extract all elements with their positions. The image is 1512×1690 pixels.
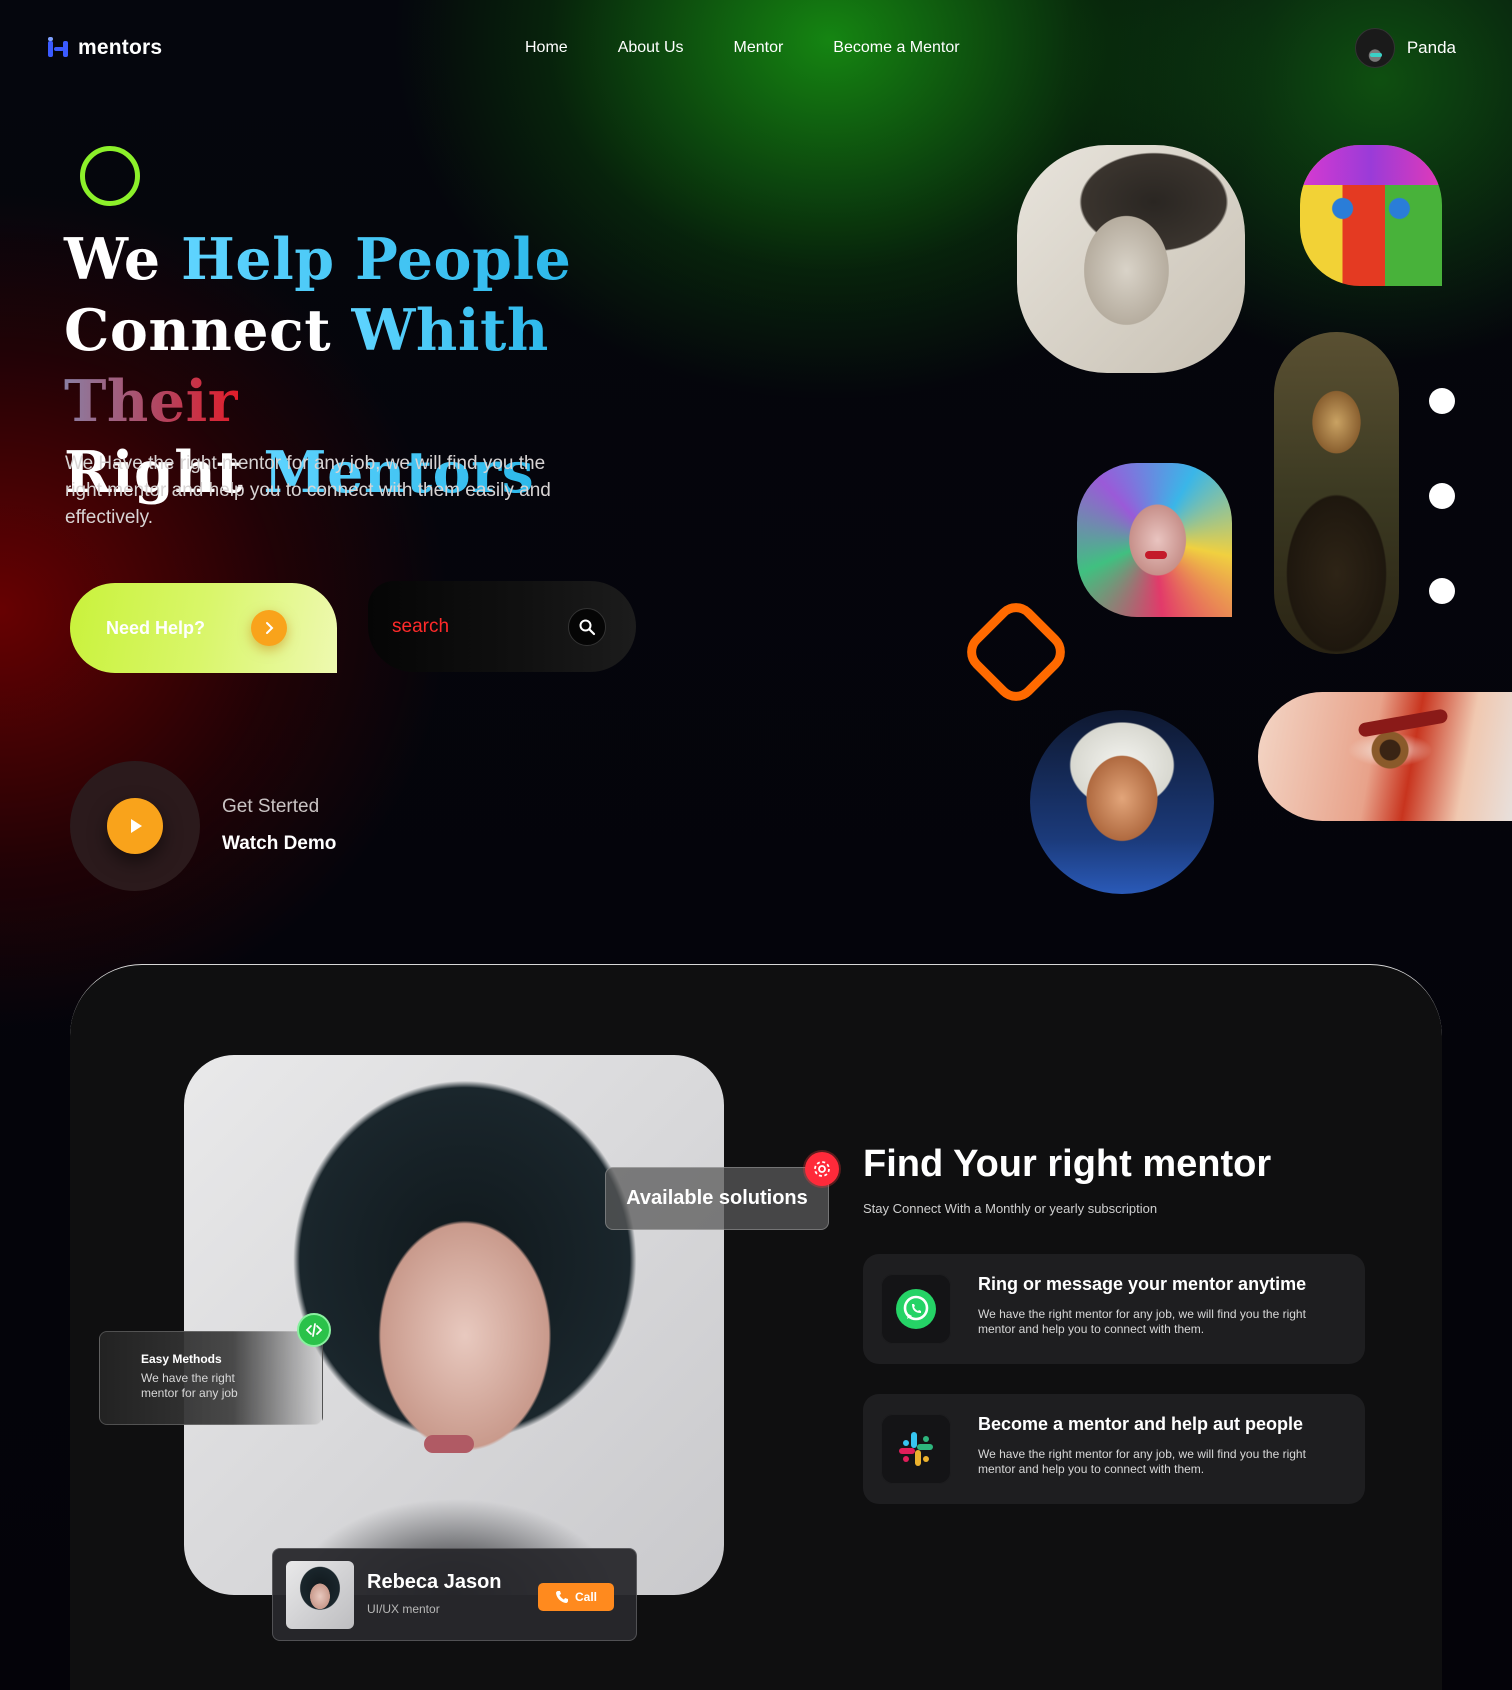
- code-icon: [297, 1313, 331, 1347]
- hero-title-text: We: [64, 226, 181, 293]
- easy-methods-title: Easy Methods: [141, 1352, 222, 1366]
- feature-title: Ring or message your mentor anytime: [978, 1274, 1307, 1294]
- search-icon: [579, 619, 596, 636]
- search-button[interactable]: [568, 608, 606, 646]
- hero-title-highlight: Help People: [180, 226, 572, 293]
- hero-title-highlight: Whith: [351, 297, 549, 364]
- phone-icon: [555, 1591, 568, 1603]
- gear-icon: [805, 1152, 839, 1186]
- need-help-label: Need Help?: [106, 617, 206, 638]
- slider-dot[interactable]: [1429, 388, 1455, 414]
- feature-icon-box: [881, 1414, 951, 1484]
- mentor-portrait-image: [184, 1055, 724, 1595]
- feature-card-become-mentor[interactable]: Become a mentor and help aut people We h…: [863, 1394, 1365, 1504]
- easy-methods-text: We have the right mentor for any job: [141, 1371, 238, 1400]
- user-name: Panda: [1406, 38, 1456, 57]
- chevron-right-icon: [251, 610, 288, 646]
- user-menu[interactable]: Panda: [1354, 28, 1456, 68]
- available-solutions-card[interactable]: Available solutions: [605, 1167, 829, 1230]
- mentor-role: UI/UX mentor: [367, 1602, 440, 1616]
- find-mentor-title: Find Your right mentor: [863, 1143, 1272, 1185]
- decorative-ring: [80, 146, 140, 206]
- feature-icon-box: [881, 1274, 951, 1344]
- gallery-image-einstein[interactable]: [1030, 710, 1214, 894]
- find-mentor-subtitle: Stay Connect With a Monthly or yearly su…: [863, 1201, 1158, 1216]
- easy-methods-card: Easy Methods We have the right mentor fo…: [99, 1331, 323, 1425]
- nav-become-mentor[interactable]: Become a Mentor: [833, 39, 959, 57]
- feature-text: We have the right mentor for any job, we…: [978, 1447, 1306, 1476]
- search-bar: [368, 581, 636, 672]
- get-started-label: Get Sterted: [222, 796, 320, 817]
- hero-title-highlight-red: Their: [64, 368, 239, 435]
- avatar[interactable]: [1354, 28, 1395, 68]
- feature-text: We have the right mentor for any job, we…: [978, 1307, 1306, 1336]
- call-label: Call: [574, 1590, 597, 1604]
- nav-home[interactable]: Home: [525, 39, 568, 57]
- gallery-image-marilyn[interactable]: [1077, 463, 1232, 617]
- brand-name: mentors: [78, 36, 163, 59]
- gallery-image-sketch-portrait[interactable]: [1017, 145, 1245, 373]
- slider-dot[interactable]: [1429, 578, 1455, 604]
- brand-logo[interactable]: mentors: [48, 36, 162, 60]
- feature-card-message[interactable]: Ring or message your mentor anytime We h…: [863, 1254, 1365, 1364]
- logo-icon: [48, 37, 70, 59]
- hero-subtitle: We Have the right mentor for any job, we…: [65, 453, 551, 528]
- feature-title: Become a mentor and help aut people: [978, 1414, 1304, 1434]
- call-button[interactable]: Call: [538, 1583, 614, 1611]
- nav-about-us[interactable]: About Us: [618, 39, 684, 57]
- need-help-button[interactable]: Need Help?: [70, 583, 337, 673]
- nav-mentor[interactable]: Mentor: [734, 39, 784, 57]
- mentor-card: Rebeca Jason UI/UX mentor Call: [272, 1548, 637, 1641]
- gallery-image-cubist-face[interactable]: [1300, 145, 1442, 286]
- gallery-image-mona-lisa[interactable]: [1274, 332, 1399, 654]
- slack-icon: [899, 1432, 933, 1466]
- watch-demo-link[interactable]: Watch Demo: [222, 833, 336, 855]
- search-input[interactable]: [392, 615, 562, 638]
- gallery-image-painted-eye[interactable]: [1258, 692, 1512, 821]
- hero-title-text: Connect: [64, 297, 352, 364]
- mentor-thumbnail: [286, 1561, 354, 1629]
- play-icon: [107, 798, 163, 854]
- main-nav: Home About Us Mentor Become a Mentor: [525, 39, 960, 57]
- whatsapp-icon: [896, 1289, 936, 1329]
- play-demo-button[interactable]: [70, 761, 200, 891]
- mentor-name: Rebeca Jason: [367, 1571, 502, 1593]
- slider-dot[interactable]: [1429, 483, 1455, 509]
